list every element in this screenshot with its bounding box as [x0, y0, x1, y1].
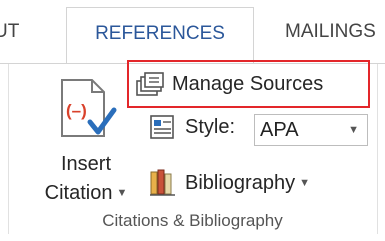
manage-sources-icon [134, 69, 166, 99]
chevron-down-icon: ▼ [348, 124, 359, 136]
style-dropdown[interactable]: APA ▼ [254, 114, 368, 146]
svg-text:(–): (–) [66, 101, 87, 120]
bibliography-icon [147, 168, 179, 198]
manage-sources-button[interactable]: Manage Sources [134, 67, 323, 101]
insert-citation-line2: Citation [44, 182, 113, 204]
insert-citation-label: Insert Citation ▼ [34, 150, 138, 208]
style-icon [147, 112, 179, 142]
insert-citation-icon: (–) [61, 79, 117, 137]
style-label: Style: [185, 115, 236, 138]
manage-sources-label: Manage Sources [172, 72, 324, 95]
style-label-row: Style: [147, 110, 235, 144]
bibliography-label: Bibliography [185, 171, 296, 194]
group-divider [8, 64, 9, 234]
style-value: APA [260, 119, 299, 141]
tab-layout[interactable]: UT [0, 0, 19, 64]
insert-citation-line1: Insert [60, 153, 112, 175]
tab-references[interactable]: REFERENCES [66, 7, 254, 64]
group-label: Citations & Bibliography [102, 211, 283, 230]
chevron-down-icon: ▼ [299, 177, 310, 189]
group-divider [377, 64, 378, 234]
ribbon-tab-bar: UT REFERENCES MAILINGS [0, 0, 385, 64]
insert-citation-button[interactable]: (–) Insert Citation ▼ [34, 68, 138, 204]
bibliography-button[interactable]: Bibliography ▼ [147, 166, 310, 200]
ribbon-panel: (–) Insert Citation ▼ Manage Sources Sty… [0, 60, 385, 241]
tab-mailings[interactable]: MAILINGS [285, 0, 376, 64]
chevron-down-icon: ▼ [116, 187, 128, 200]
